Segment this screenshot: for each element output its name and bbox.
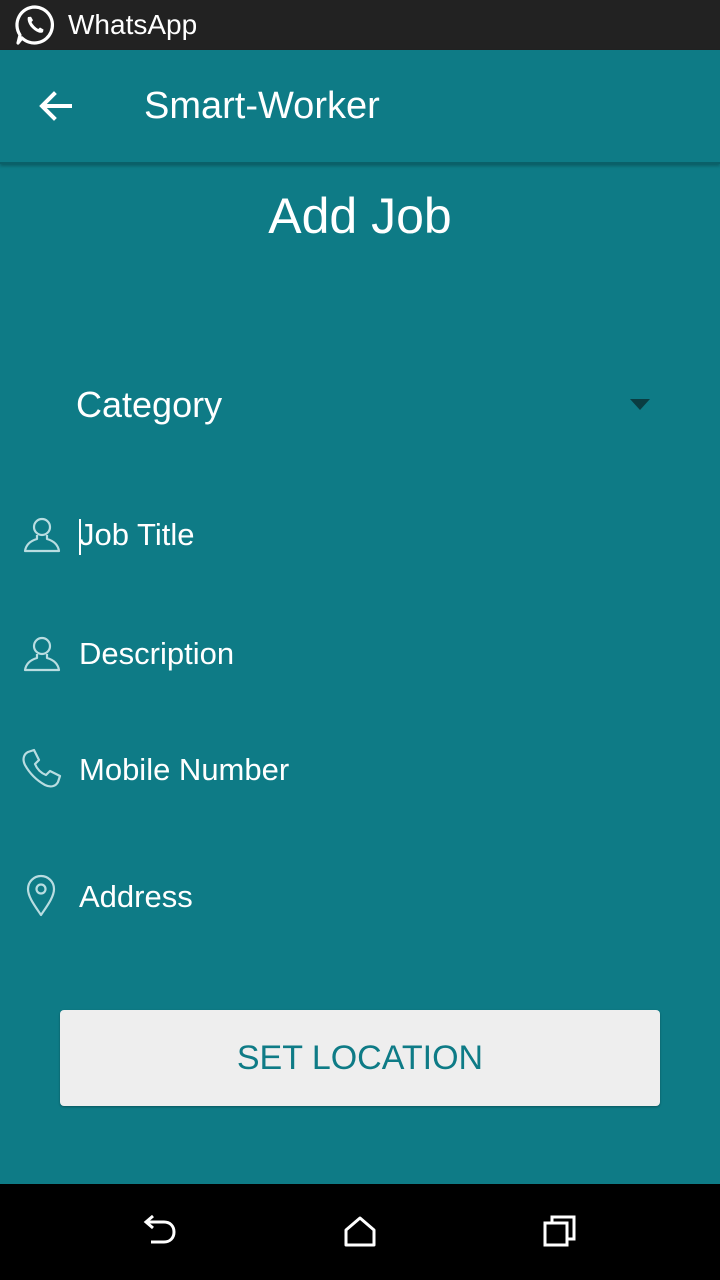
notification-label: WhatsApp	[68, 9, 198, 40]
navigation-bar	[0, 1184, 720, 1280]
address-field: Address	[0, 867, 720, 927]
dropdown-arrow-icon	[630, 399, 650, 410]
category-dropdown[interactable]: Category	[60, 372, 670, 438]
category-label: Category	[76, 384, 223, 425]
nav-back-icon[interactable]	[136, 1208, 184, 1256]
whatsapp-icon	[15, 5, 55, 45]
person-outline-icon	[23, 517, 61, 553]
mobile-number-input[interactable]: Mobile Number	[79, 750, 679, 790]
description-input[interactable]: Description	[79, 634, 679, 674]
job-title-input[interactable]: Job Title	[79, 515, 679, 555]
app-bar: Smart-Worker	[0, 50, 720, 164]
location-pin-icon	[26, 874, 56, 917]
nav-recents-icon[interactable]	[536, 1208, 584, 1256]
phone-icon	[22, 748, 62, 788]
person-outline-icon	[23, 636, 61, 672]
text-caret	[79, 519, 81, 555]
arrow-back-icon[interactable]	[32, 82, 80, 130]
app-title: Smart-Worker	[144, 85, 380, 127]
description-field: Description	[0, 624, 720, 684]
page-title: Add Job	[268, 188, 452, 244]
set-location-button[interactable]: SET LOCATION	[60, 1010, 660, 1106]
status-bar: WhatsApp	[0, 0, 720, 50]
address-input[interactable]: Address	[79, 877, 679, 917]
nav-home-icon[interactable]	[336, 1208, 384, 1256]
mobile-number-field: Mobile Number	[0, 740, 720, 800]
job-title-field: Job Title	[0, 505, 720, 565]
